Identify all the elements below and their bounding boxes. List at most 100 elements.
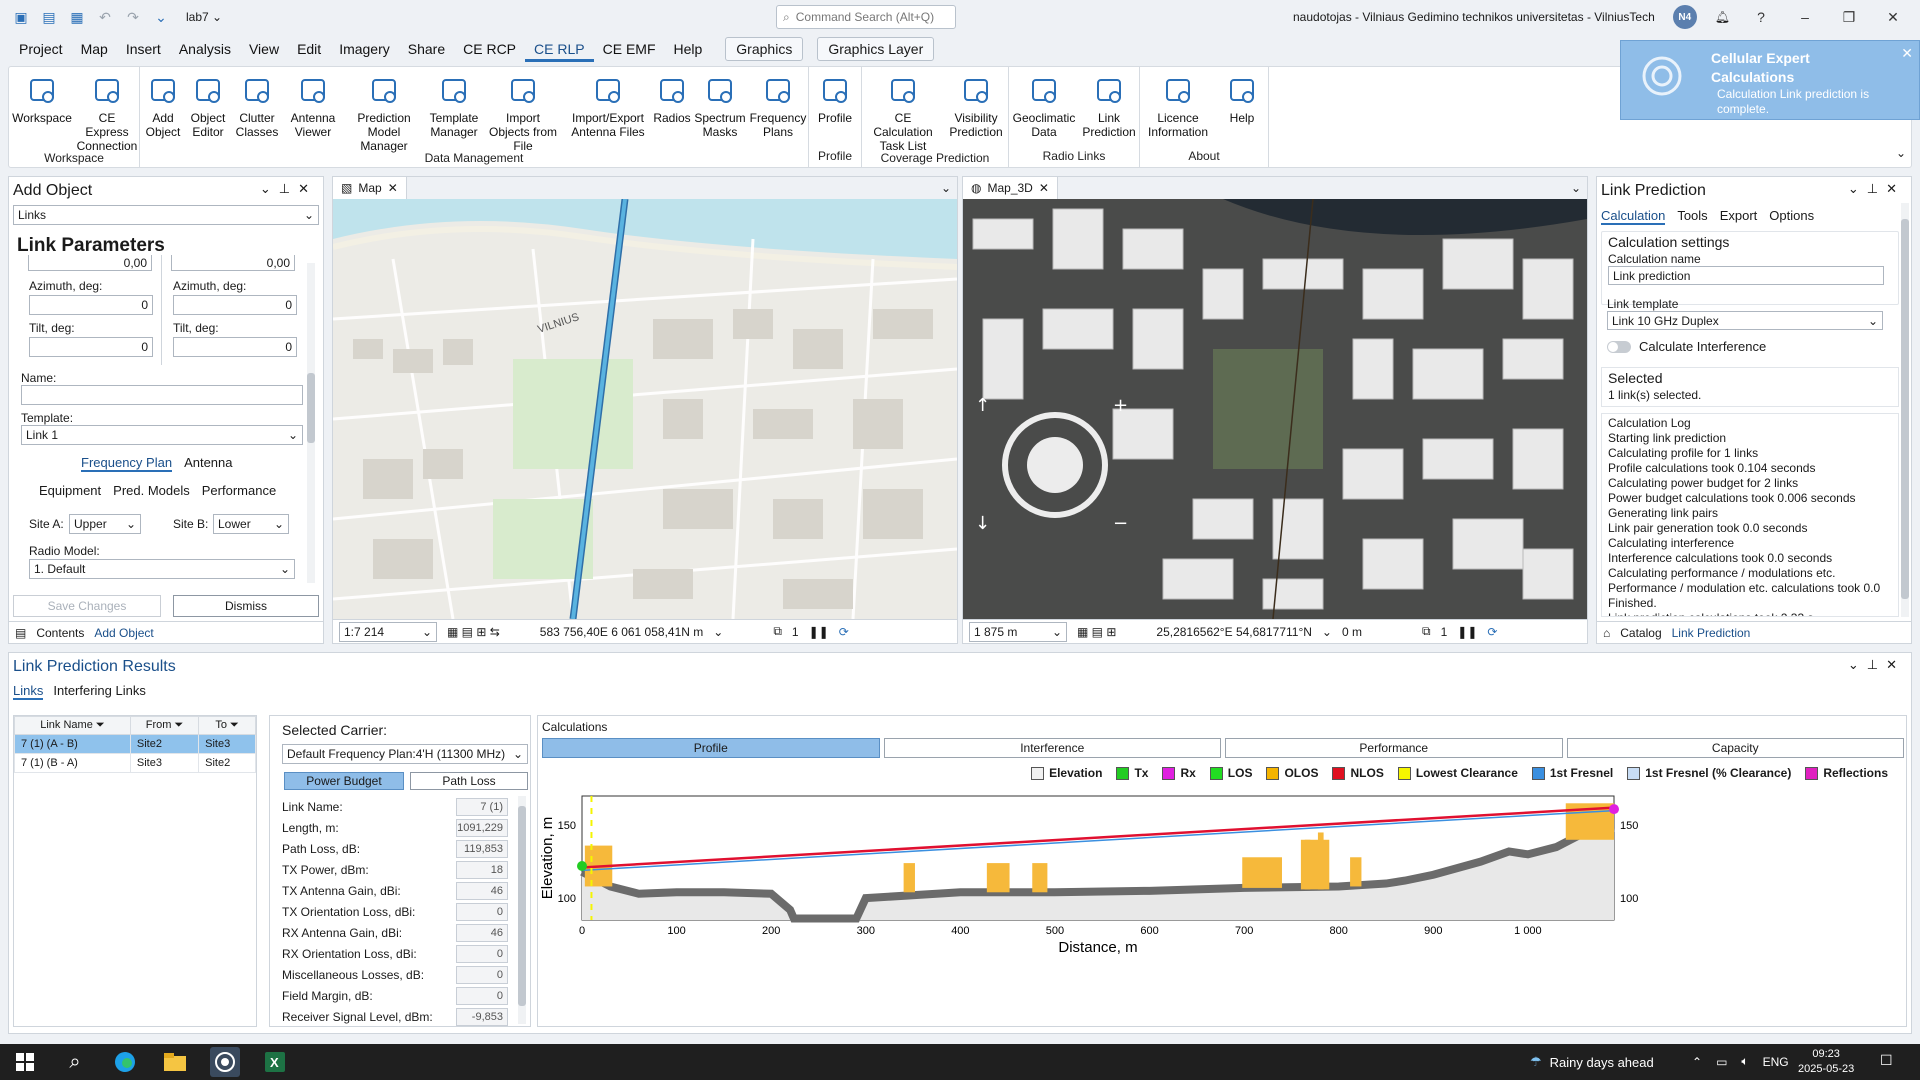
ribbon-collapse-icon[interactable]: ⌄	[1896, 146, 1906, 160]
menu-analysis[interactable]: Analysis	[170, 36, 240, 62]
column-header[interactable]: Link Name ⏷	[14, 716, 131, 735]
selection-icon[interactable]: ⧉	[1422, 624, 1431, 639]
geoclimatic-data-button[interactable]: Geoclimatic Data	[1009, 67, 1079, 139]
legend-item[interactable]: OLOS	[1266, 766, 1318, 780]
zoom-out-icon[interactable]: −	[1113, 513, 1128, 534]
undo-icon[interactable]: ↶	[94, 6, 116, 28]
chevron-down-icon[interactable]: ⌄	[1322, 625, 1332, 639]
chevron-down-icon[interactable]: ⌄	[1571, 181, 1581, 195]
help-icon[interactable]: ?	[1748, 9, 1774, 25]
panel-controls[interactable]: ⌄⊥✕	[1848, 181, 1905, 197]
import-objects-from-file-button[interactable]: Import Objects from File	[482, 67, 564, 153]
chevron-down-icon[interactable]: ⌄	[941, 181, 951, 195]
calculate-interference-toggle[interactable]: Calculate Interference	[1607, 339, 1766, 354]
minimize-button[interactable]: –	[1792, 9, 1818, 25]
tab-frequency-plan[interactable]: Frequency Plan	[81, 455, 173, 472]
excel-icon[interactable]: X	[260, 1047, 290, 1077]
cellular-expert-icon[interactable]	[210, 1047, 240, 1077]
save-changes-button[interactable]: Save Changes	[13, 595, 161, 617]
tab-link-prediction[interactable]: Link Prediction	[1672, 626, 1751, 640]
radio-model-select[interactable]: 1. Default ⌄	[29, 559, 295, 579]
calc-tab-interference[interactable]: Interference	[883, 738, 1221, 758]
menu-imagery[interactable]: Imagery	[330, 36, 399, 62]
customize-qat-icon[interactable]: ⌄	[150, 6, 172, 28]
calc-tab-profile[interactable]: Profile	[542, 738, 880, 758]
menu-edit[interactable]: Edit	[288, 36, 330, 62]
calc-tab-capacity[interactable]: Capacity	[1566, 738, 1904, 758]
template-select[interactable]: Link 1 ⌄	[21, 425, 303, 445]
tab-antenna[interactable]: Antenna	[184, 455, 232, 472]
link-prediction-button[interactable]: Link Prediction	[1079, 67, 1139, 139]
avatar[interactable]: N4	[1672, 5, 1697, 29]
notifications-icon[interactable]: ☐	[1880, 1052, 1893, 1069]
map-3d-canvas[interactable]: ↑ ↓ + −	[963, 199, 1587, 619]
help-button[interactable]: Help	[1216, 67, 1268, 125]
filter-icon[interactable]: ⏷	[171, 719, 183, 731]
tilt-b-field[interactable]: 0	[173, 337, 297, 357]
tab-interfering-links[interactable]: Interfering Links	[53, 683, 146, 700]
antenna-viewer-button[interactable]: Antenna Viewer	[284, 67, 342, 139]
spectrum-masks-button[interactable]: Spectrum Masks	[692, 67, 748, 139]
grid-icon[interactable]: ▦ ▤ ⊞ ⇆	[447, 625, 500, 639]
tilt-up-icon[interactable]: ↑	[975, 395, 990, 416]
legend-item[interactable]: Lowest Clearance	[1397, 766, 1518, 780]
legend-item[interactable]: 1st Fresnel (% Clearance)	[1627, 766, 1791, 780]
dismiss-button[interactable]: Dismiss	[173, 595, 319, 617]
weather-widget[interactable]: ☂ Rainy days ahead	[1530, 1054, 1654, 1070]
context-tab-graphics[interactable]: Graphics	[725, 37, 804, 61]
tab-performance[interactable]: Performance	[202, 483, 276, 498]
close-button[interactable]: ✕	[1880, 9, 1906, 26]
menu-ce-rlp[interactable]: CE RLP	[525, 36, 594, 62]
column-header[interactable]: From ⏷	[129, 716, 200, 735]
menu-ce-emf[interactable]: CE EMF	[594, 36, 665, 62]
tab-equipment[interactable]: Equipment	[39, 483, 101, 498]
menu-view[interactable]: View	[240, 36, 288, 62]
tab-pred-models[interactable]: Pred. Models	[113, 483, 190, 498]
site-a-select[interactable]: Upper ⌄	[69, 514, 141, 534]
legend-item[interactable]: 1st Fresnel	[1531, 766, 1613, 780]
template-manager-button[interactable]: Template Manager	[426, 67, 482, 139]
legend-item[interactable]: Tx	[1116, 766, 1148, 780]
context-tab-graphics-layer[interactable]: Graphics Layer	[817, 37, 935, 61]
legend-item[interactable]: Reflections	[1805, 766, 1888, 780]
tab-map-3d[interactable]: ◍ Map_3D ✕	[963, 177, 1058, 199]
tab-add-object[interactable]: Add Object	[94, 626, 153, 640]
azimuth-a-field[interactable]: 0	[29, 295, 153, 315]
tab-export[interactable]: Export	[1720, 208, 1758, 225]
zoom-in-icon[interactable]: +	[1113, 395, 1128, 416]
close-icon[interactable]: ✕	[388, 181, 398, 195]
menu-insert[interactable]: Insert	[117, 36, 170, 62]
ce-calculation-task-list-button[interactable]: CE Calculation Task List	[862, 67, 944, 153]
volume-icon[interactable]: 🔈︎	[1741, 1054, 1748, 1069]
menu-ce-rcp[interactable]: CE RCP	[454, 36, 525, 62]
tilt-down-icon[interactable]: ↓	[975, 513, 990, 534]
object-type-select[interactable]: Links ⌄	[13, 205, 319, 225]
tab-contents[interactable]: Contents	[36, 626, 84, 640]
navigation-joystick[interactable]	[1027, 437, 1083, 493]
tab-catalog[interactable]: Catalog	[1620, 626, 1661, 640]
network-icon[interactable]: ▭	[1716, 1055, 1727, 1069]
notification-toast[interactable]: Cellular Expert Calculations Calculation…	[1620, 40, 1920, 120]
column-header[interactable]: To ⏷	[198, 716, 256, 735]
table-row[interactable]: 7 (1) (B - A) Site3 Site2	[14, 753, 256, 773]
path-loss-button[interactable]: Path Loss	[410, 772, 528, 790]
tab-links[interactable]: Links	[13, 683, 44, 700]
clutter-classes-button[interactable]: Clutter Classes	[230, 67, 284, 139]
name-field[interactable]	[21, 385, 303, 405]
panel-controls[interactable]: ⌄⊥✕	[260, 181, 317, 197]
carrier-select[interactable]: Default Frequency Plan:4'H (11300 MHz) ⌄	[282, 744, 528, 764]
value-a-field[interactable]: 0,00	[28, 255, 152, 271]
object-editor-button[interactable]: Object Editor	[186, 67, 230, 139]
command-search[interactable]: ⌕ Command Search (Alt+Q)	[776, 5, 956, 29]
value-b-field[interactable]: 0,00	[171, 255, 295, 271]
filter-icon[interactable]: ⏷	[227, 719, 239, 731]
bell-icon[interactable]: 🔔︎	[1715, 10, 1730, 24]
menu-project[interactable]: Project	[10, 36, 72, 62]
scrollbar[interactable]	[518, 796, 526, 1024]
visibility-prediction-button[interactable]: Visibility Prediction	[944, 67, 1008, 139]
legend-item[interactable]: Elevation	[1031, 766, 1102, 780]
menu-help[interactable]: Help	[665, 36, 712, 62]
menu-share[interactable]: Share	[399, 36, 454, 62]
windows-start-icon[interactable]	[10, 1047, 40, 1077]
profile-button[interactable]: Profile	[809, 67, 861, 125]
